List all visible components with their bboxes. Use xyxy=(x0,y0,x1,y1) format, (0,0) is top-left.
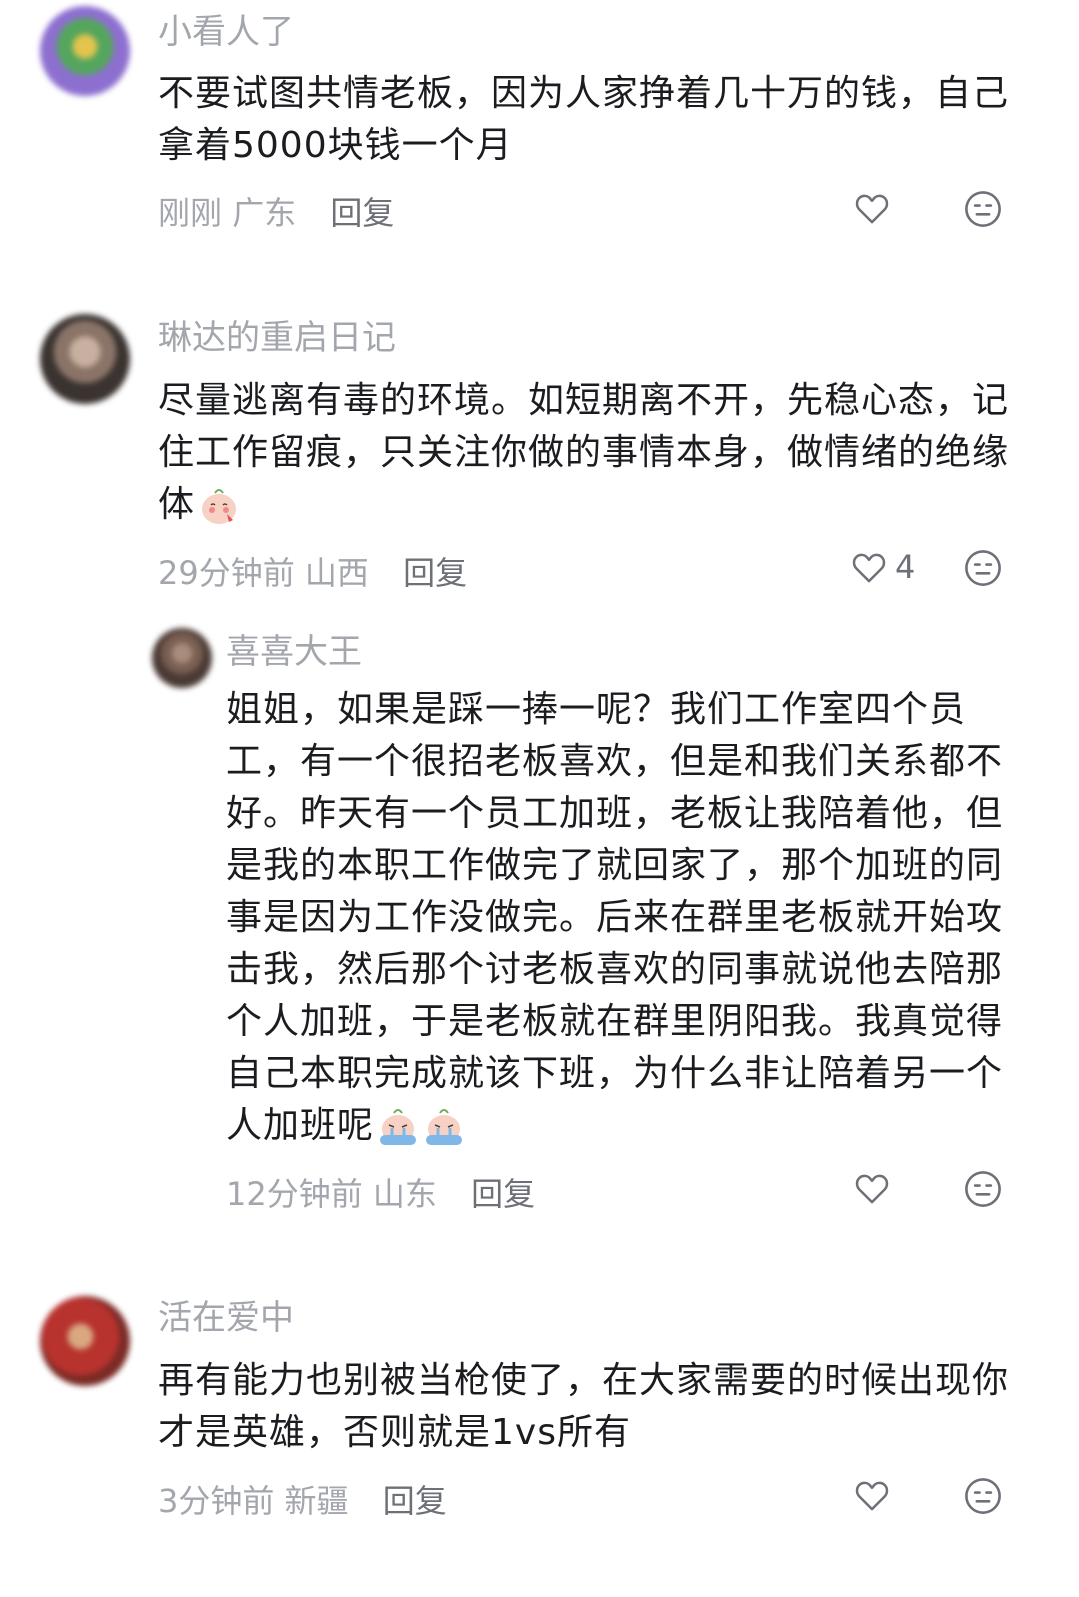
heart-icon xyxy=(852,188,892,228)
comment-text: 不要试图共情老板，因为人家挣着几十万的钱，自己拿着5000块钱一个月 xyxy=(158,73,1010,166)
avatar[interactable] xyxy=(40,1296,130,1386)
like-button[interactable] xyxy=(852,188,898,228)
dislike-button[interactable] xyxy=(962,1168,1004,1210)
timestamp: 29分钟前 xyxy=(158,554,295,592)
like-button[interactable] xyxy=(852,1168,898,1208)
reply-button[interactable]: 回复 xyxy=(471,1175,535,1213)
meh-face-icon xyxy=(962,1475,1004,1517)
dislike-button[interactable] xyxy=(962,547,1004,589)
dislike-button[interactable] xyxy=(962,1475,1004,1517)
username[interactable]: 喜喜大王 xyxy=(226,632,362,672)
meh-face-icon xyxy=(962,1168,1004,1210)
like-button[interactable] xyxy=(852,1475,898,1515)
username[interactable]: 活在爱中 xyxy=(158,1298,294,1338)
meh-face-icon xyxy=(962,188,1004,230)
username[interactable]: 小看人了 xyxy=(158,12,294,52)
comment-meta: 12分钟前 山东 回复 xyxy=(226,1174,535,1214)
comment-meta: 3分钟前 新疆 回复 xyxy=(158,1481,447,1521)
shy-face-emoji xyxy=(197,484,241,528)
reply-button[interactable]: 回复 xyxy=(383,1482,447,1520)
comment-text: 再有能力也别被当枪使了，在大家需要的时候出现你才是英雄，否则就是1vs所有 xyxy=(158,1360,1010,1453)
location: 新疆 xyxy=(284,1482,349,1520)
meh-face-icon xyxy=(962,547,1004,589)
like-button[interactable]: 4 xyxy=(849,547,915,587)
crying-face-emoji xyxy=(422,1105,466,1149)
heart-icon xyxy=(852,1168,892,1208)
timestamp: 12分钟前 xyxy=(226,1175,363,1213)
location: 山西 xyxy=(304,554,369,592)
avatar[interactable] xyxy=(40,6,130,96)
comment-meta: 刚刚 广东 回复 xyxy=(158,193,394,233)
location: 广东 xyxy=(232,194,297,232)
reply-button[interactable]: 回复 xyxy=(403,554,467,592)
heart-icon xyxy=(849,547,889,587)
location: 山东 xyxy=(372,1175,437,1213)
timestamp: 3分钟前 xyxy=(158,1482,275,1520)
timestamp: 刚刚 xyxy=(158,194,223,232)
crying-face-emoji xyxy=(376,1105,420,1149)
heart-icon xyxy=(852,1475,892,1515)
username[interactable]: 琳达的重启日记 xyxy=(158,318,396,358)
comment-text: 尽量逃离有毒的环境。如短期离不开，先稳心态，记住工作留痕，只关注你做的事情本身，… xyxy=(158,375,1013,531)
comment-text: 姐姐，如果是踩一捧一呢？我们工作室四个员工，有一个很招老板喜欢，但是和我们关系都… xyxy=(226,684,1016,1152)
reply-button[interactable]: 回复 xyxy=(330,194,394,232)
dislike-button[interactable] xyxy=(962,188,1004,230)
avatar[interactable] xyxy=(40,314,130,404)
like-count: 4 xyxy=(895,548,916,586)
avatar[interactable] xyxy=(152,628,212,688)
comment-meta: 29分钟前 山西 回复 xyxy=(158,553,467,593)
